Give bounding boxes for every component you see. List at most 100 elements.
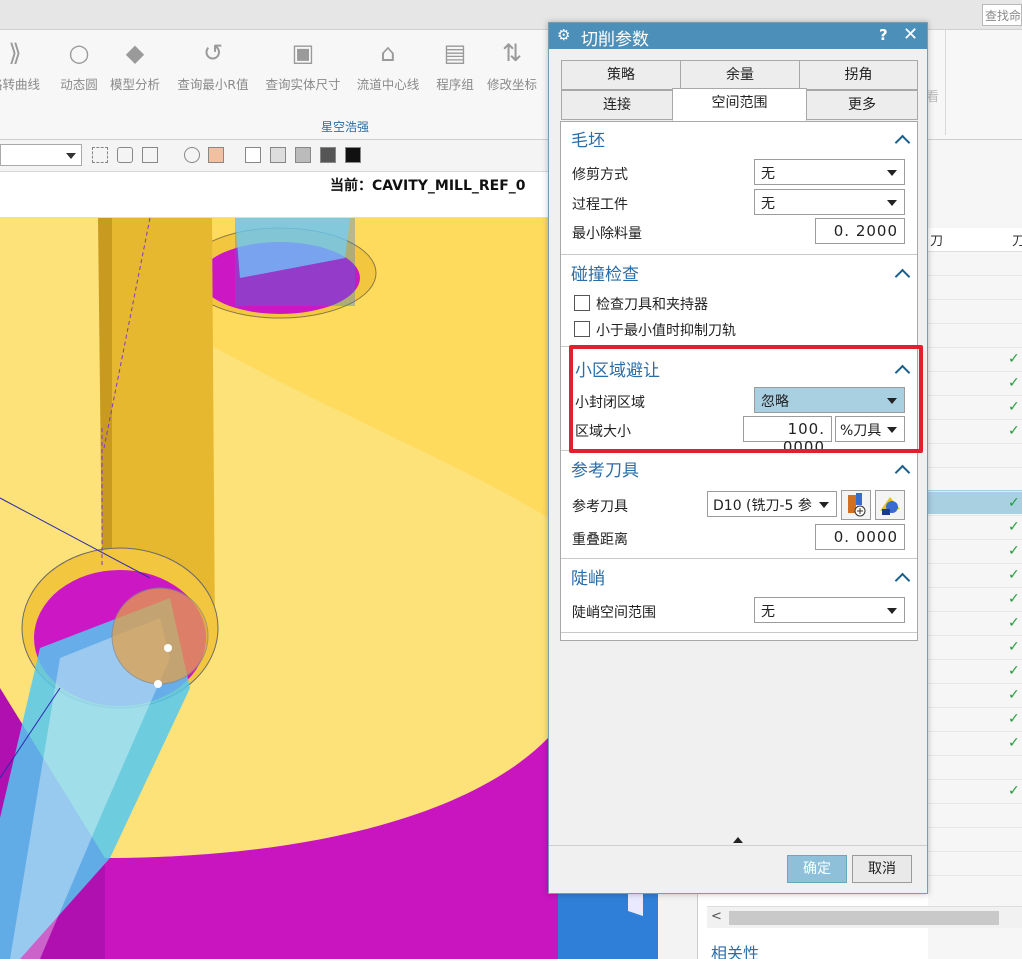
navigator-row[interactable]	[928, 300, 1022, 324]
navigator-row[interactable]: ✓	[928, 636, 1022, 660]
render-icon[interactable]	[208, 147, 224, 163]
navigator-row[interactable]	[928, 444, 1022, 468]
current-program-label: 当前：CAVITY_MILL_REF_0	[330, 178, 526, 194]
dialog-title-bar[interactable]: ⚙ 切削参数 ? ✕	[549, 23, 927, 50]
view-dark-icon[interactable]	[345, 147, 361, 163]
check-holder-checkbox[interactable]	[574, 295, 590, 311]
tab-stock[interactable]: 余量	[680, 60, 800, 90]
navigator-row[interactable]: ✓	[928, 348, 1022, 372]
section-title-small-area[interactable]: 小区域避让	[575, 356, 660, 381]
view-wireframe-icon[interactable]	[245, 147, 261, 163]
overlap-distance-label: 重叠距离	[572, 532, 628, 548]
view-edges-icon[interactable]	[320, 147, 336, 163]
check-icon: ✓	[1008, 663, 1020, 679]
cancel-button[interactable]: 取消	[852, 855, 912, 883]
tab-strategy[interactable]: 策略	[561, 60, 681, 90]
ribbon-tool-coordinates[interactable]: ⇅ 修改坐标	[467, 38, 557, 93]
coordinate-icon: ⇅	[501, 39, 523, 67]
edit-tool-icon[interactable]	[875, 490, 905, 520]
area-size-unit-select[interactable]: %刀具	[835, 416, 905, 442]
check-icon: ✓	[1008, 567, 1020, 583]
navigator-row[interactable]: ✓	[928, 516, 1022, 540]
dialog-title: 切削参数	[581, 30, 649, 50]
command-search-input[interactable]: 查找命	[982, 4, 1022, 26]
tab-containment[interactable]: 空间范围	[672, 88, 807, 121]
trim-by-select[interactable]: 无	[754, 159, 905, 185]
navigator-row[interactable]	[928, 324, 1022, 348]
navigator-row[interactable]: ✓	[928, 708, 1022, 732]
program-group-icon: ▤	[443, 39, 467, 67]
navigator-row[interactable]	[928, 756, 1022, 780]
tab-more[interactable]: 更多	[806, 90, 918, 120]
collapse-caret-icon[interactable]	[895, 134, 909, 144]
navigator-row[interactable]	[928, 804, 1022, 828]
navigator-row[interactable]	[928, 828, 1022, 852]
navigator-row[interactable]: ✓	[928, 492, 1022, 516]
close-icon[interactable]: ✕	[903, 24, 918, 45]
area-size-label: 区域大小	[575, 424, 631, 440]
collapse-caret-icon[interactable]	[895, 572, 909, 582]
ribbon-tool-min-radius[interactable]: ↺ 查询最小R值	[168, 38, 258, 93]
cutting-parameters-dialog: ⚙ 切削参数 ? ✕ 策略 余量 拐角 连接 空间范围 更多 毛坯 修剪方式 无…	[548, 22, 928, 894]
section-title-blank[interactable]: 毛坯	[571, 126, 605, 151]
shade-icon[interactable]	[184, 147, 200, 163]
check-icon: ✓	[1008, 591, 1020, 607]
navigator-row[interactable]	[928, 252, 1022, 276]
small-closed-area-select[interactable]: 忽略	[754, 387, 905, 413]
suppress-path-checkbox[interactable]	[574, 321, 590, 337]
collapse-caret-icon[interactable]	[895, 364, 909, 374]
help-icon[interactable]: ?	[879, 26, 888, 44]
navigator-row[interactable]: ✓	[928, 564, 1022, 588]
scrollbar-thumb[interactable]	[729, 911, 999, 925]
collapse-caret-icon[interactable]	[895, 268, 909, 278]
navigator-row[interactable]: ✓	[928, 420, 1022, 444]
tab-corners[interactable]: 拐角	[799, 60, 918, 90]
graphics-viewport[interactable]	[0, 218, 548, 959]
section-title-ref-tool[interactable]: 参考刀具	[571, 456, 639, 481]
section-title-steep[interactable]: 陡峭	[571, 564, 605, 589]
navigator-row[interactable]: ✓	[928, 372, 1022, 396]
navigator-row[interactable]	[928, 276, 1022, 300]
ribbon-tool-solid-size[interactable]: ▣ 查询实体尺寸	[258, 38, 348, 93]
check-icon: ✓	[1008, 495, 1020, 511]
navigator-row[interactable]	[928, 852, 1022, 876]
ref-tool-label: 参考刀具	[572, 499, 628, 515]
create-tool-icon[interactable]	[841, 490, 871, 520]
navigator-row[interactable]: ✓	[928, 612, 1022, 636]
curve-icon: ⟫	[8, 39, 22, 67]
expand-caret-icon[interactable]	[733, 837, 743, 843]
check-icon: ✓	[1008, 543, 1020, 559]
collapse-caret-icon[interactable]	[895, 464, 909, 474]
navigator-horizontal-scrollbar[interactable]: <	[707, 906, 1022, 928]
area-size-input[interactable]: 100. 0000	[743, 416, 832, 456]
ribbon-tool-label: 查询最小R值	[177, 77, 249, 92]
navigator-row[interactable]: ✓	[928, 660, 1022, 684]
type-filter-select[interactable]	[0, 144, 82, 166]
navigator-row[interactable]: ✓	[928, 780, 1022, 804]
navigator-row[interactable]: ✓	[928, 588, 1022, 612]
ipw-select[interactable]: 无	[754, 189, 905, 215]
navigator-row[interactable]: ✓	[928, 732, 1022, 756]
ipw-label: 过程工件	[572, 197, 628, 213]
section-title-collision[interactable]: 碰撞检查	[571, 260, 639, 285]
overlap-distance-input[interactable]: 0. 0000	[815, 524, 905, 550]
select-face-icon[interactable]	[117, 147, 133, 163]
navigator-row[interactable]: ✓	[928, 540, 1022, 564]
steep-containment-select[interactable]: 无	[754, 597, 905, 623]
view-shaded-icon[interactable]	[295, 147, 311, 163]
view-hidden-icon[interactable]	[270, 147, 286, 163]
ref-tool-select[interactable]: D10 (铣刀-5 参	[707, 491, 837, 517]
ribbon-tool-model-analysis[interactable]: ◆ 模型分析	[90, 38, 180, 93]
related-panel-label[interactable]: 相关性	[711, 940, 759, 959]
select-body-icon[interactable]	[142, 147, 158, 163]
scroll-left-icon[interactable]: <	[711, 909, 722, 924]
navigator-row[interactable]: ✓	[928, 396, 1022, 420]
ok-button[interactable]: 确定	[787, 855, 847, 883]
select-icon[interactable]	[92, 147, 108, 163]
check-icon: ✓	[1008, 711, 1020, 727]
min-removal-input[interactable]: 0. 2000	[815, 218, 905, 244]
navigator-row[interactable]	[928, 468, 1022, 492]
navigator-row[interactable]: ✓	[928, 684, 1022, 708]
operation-navigator: 刀 刀 ✓ ✓ ✓ ✓ ✓ ✓ ✓ ✓ ✓ ✓ ✓ ✓ ✓ ✓ ✓ ✓	[928, 140, 1022, 959]
tab-connections[interactable]: 连接	[561, 90, 673, 120]
